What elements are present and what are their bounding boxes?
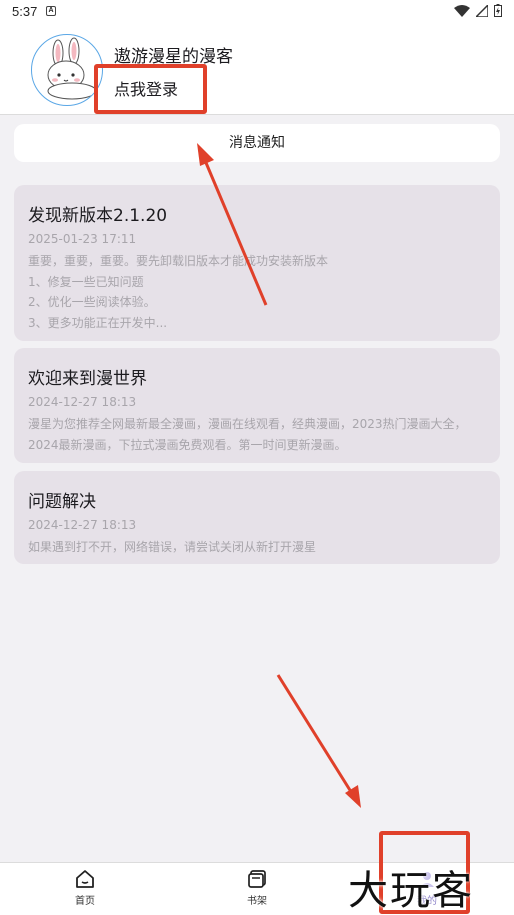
card-date: 2025-01-23 17:11	[28, 232, 137, 246]
card-line: 漫星为您推荐全网最新最全漫画，漫画在线观看，经典漫画，2023热门漫画大全，	[28, 417, 467, 431]
bunny-avatar-icon	[47, 37, 97, 100]
status-time: 5:37	[12, 4, 38, 19]
username: 遨游漫星的漫客	[114, 47, 233, 67]
profile-header: 遨游漫星的漫客 点我登录	[0, 24, 514, 115]
wifi-icon	[454, 4, 470, 17]
nav-bookshelf[interactable]: 书架	[227, 869, 287, 907]
status-bar: 5:37 A	[0, 0, 514, 24]
card-title: 欢迎来到漫世界	[28, 369, 147, 389]
card-line: 3、更多功能正在开发中...	[28, 315, 168, 330]
watermark: 大玩客	[348, 868, 474, 914]
battery-icon	[494, 4, 502, 17]
card-line: 重要，重要，重要。要先卸载旧版本才能成功安装新版本	[28, 254, 329, 268]
announcement-card[interactable]: 发现新版本2.1.20 2025-01-23 17:11 重要，重要，重要。要先…	[14, 185, 500, 341]
card-line: 2、优化一些阅读体验。	[28, 295, 156, 309]
home-icon	[76, 870, 94, 888]
card-date: 2024-12-27 18:13	[28, 395, 137, 409]
card-title: 发现新版本2.1.20	[28, 206, 168, 226]
signal-icon	[476, 4, 488, 17]
status-icons	[454, 4, 502, 17]
notification-button[interactable]: 消息通知	[14, 124, 500, 162]
bookshelf-icon	[248, 870, 266, 888]
avatar[interactable]	[31, 34, 103, 106]
card-line: 2024最新漫画，下拉式漫画免费观看。第一时间更新漫画。	[28, 437, 347, 452]
announcement-card[interactable]: 欢迎来到漫世界 2024-12-27 18:13 漫星为您推荐全网最新最全漫画，…	[14, 348, 500, 463]
announcement-card[interactable]: 问题解决 2024-12-27 18:13 如果遇到打不开，网络错误，请尝试关闭…	[14, 471, 500, 564]
login-link[interactable]: 点我登录	[114, 76, 178, 100]
card-line: 如果遇到打不开，网络错误，请尝试关闭从新打开漫星	[28, 540, 317, 554]
nav-bookshelf-label: 书架	[247, 896, 267, 907]
nav-home[interactable]: 首页	[55, 869, 115, 907]
card-date: 2024-12-27 18:13	[28, 518, 137, 532]
annotation-arrow-down	[276, 674, 355, 796]
card-line: 1、修复一些已知问题	[28, 274, 144, 289]
annotation-arrowhead-down	[345, 785, 361, 808]
card-title: 问题解决	[28, 492, 96, 512]
nav-home-label: 首页	[75, 896, 95, 907]
notification-a-icon: A	[46, 6, 56, 16]
